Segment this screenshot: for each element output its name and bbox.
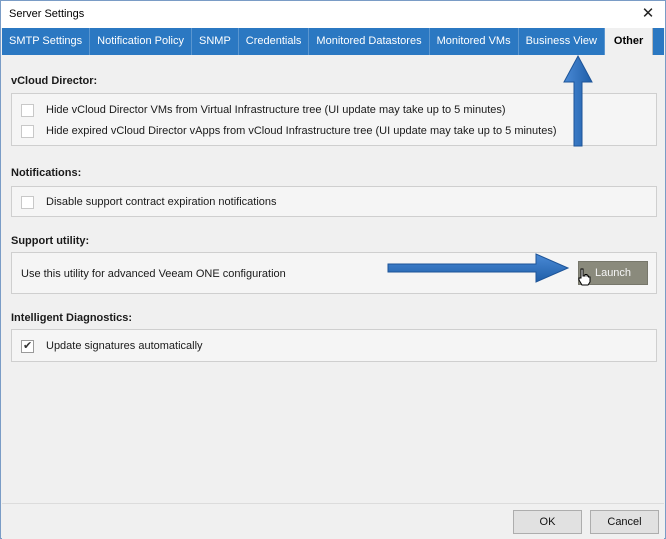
tab-notification-policy[interactable]: Notification Policy: [90, 28, 192, 55]
support-section-title: Support utility:: [11, 235, 90, 247]
server-settings-dialog: Server Settings ✕ SMTP Settings Notifica…: [0, 0, 666, 539]
title-bar: Server Settings ✕: [1, 1, 665, 28]
diagnostics-section-title: Intelligent Diagnostics:: [11, 312, 133, 324]
tab-other[interactable]: Other: [604, 28, 654, 55]
update-signatures-checkbox[interactable]: ✔: [21, 339, 34, 353]
window-title: Server Settings: [9, 8, 85, 20]
vcloud-section-title: vCloud Director:: [11, 75, 98, 87]
ok-button[interactable]: OK: [513, 510, 582, 534]
hide-expired-vapps-checkbox[interactable]: [21, 124, 34, 138]
hide-expired-vapps-label: Hide expired vCloud Director vApps from …: [46, 125, 557, 137]
update-signatures-label: Update signatures automatically: [46, 340, 203, 352]
hand-cursor-icon: [578, 268, 591, 286]
disable-expiration-notifications-option[interactable]: Disable support contract expiration noti…: [21, 194, 277, 210]
dialog-footer: OK Cancel: [2, 503, 664, 539]
update-signatures-option[interactable]: ✔ Update signatures automatically: [21, 338, 203, 354]
vcloud-group: Hide vCloud Director VMs from Virtual In…: [11, 93, 657, 146]
notifications-section-title: Notifications:: [11, 167, 82, 179]
tab-monitored-datastores[interactable]: Monitored Datastores: [309, 28, 430, 55]
hide-expired-vapps-option[interactable]: Hide expired vCloud Director vApps from …: [21, 123, 557, 139]
hide-vcloud-vms-checkbox[interactable]: [21, 103, 34, 117]
hide-vcloud-vms-option[interactable]: Hide vCloud Director VMs from Virtual In…: [21, 102, 506, 118]
tab-credentials[interactable]: Credentials: [239, 28, 310, 55]
tab-smtp-settings[interactable]: SMTP Settings: [2, 28, 91, 55]
tab-business-view[interactable]: Business View: [519, 28, 605, 55]
disable-expiration-notifications-label: Disable support contract expiration noti…: [46, 196, 277, 208]
cancel-button[interactable]: Cancel: [590, 510, 659, 534]
tab-snmp[interactable]: SNMP: [192, 28, 239, 55]
notifications-group: Disable support contract expiration noti…: [11, 186, 657, 217]
diagnostics-group: ✔ Update signatures automatically: [11, 329, 657, 362]
hide-vcloud-vms-label: Hide vCloud Director VMs from Virtual In…: [46, 104, 506, 116]
support-group: Use this utility for advanced Veeam ONE …: [11, 252, 657, 294]
support-utility-description: Use this utility for advanced Veeam ONE …: [21, 268, 286, 280]
disable-expiration-notifications-checkbox[interactable]: [21, 195, 34, 209]
checkmark-icon: ✔: [23, 339, 33, 352]
tab-monitored-vms[interactable]: Monitored VMs: [430, 28, 519, 55]
tab-strip: SMTP Settings Notification Policy SNMP C…: [2, 28, 664, 55]
close-icon[interactable]: ✕: [637, 4, 659, 24]
